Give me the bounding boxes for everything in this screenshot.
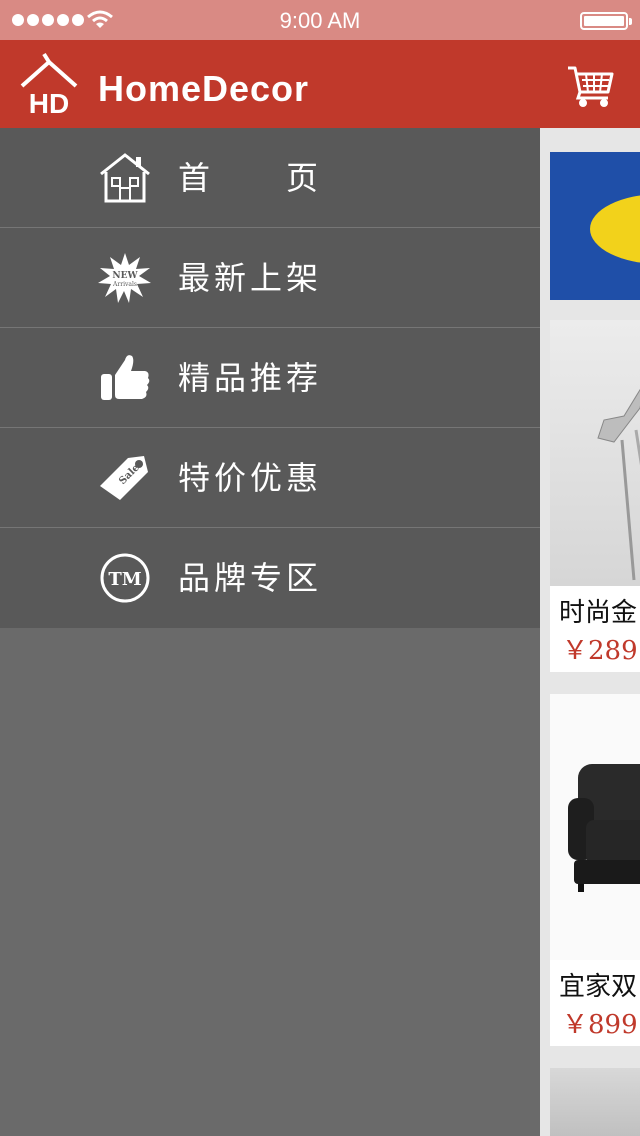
logo-text: HD xyxy=(29,88,69,116)
tm-text: TM xyxy=(108,569,141,590)
menu-item-new-arrivals[interactable]: NEW Arrivals 最新上架 xyxy=(0,228,540,328)
app-header: HD HomeDecor xyxy=(0,40,640,128)
trademark-icon: TM xyxy=(100,553,150,603)
app-title: HomeDecor xyxy=(98,68,310,109)
brand-banner[interactable] xyxy=(550,152,640,300)
status-bar: 9:00 AM xyxy=(0,0,640,40)
product-name: 宜家双 xyxy=(559,972,638,1002)
menu-item-label: 品牌专区 xyxy=(178,559,323,597)
menu-item-home[interactable]: 首 页 xyxy=(0,128,540,228)
menu-item-label: 首 页 xyxy=(178,159,323,197)
status-time: 9:00 AM xyxy=(279,8,361,33)
menu-item-sales[interactable]: Sales 特价优惠 xyxy=(0,428,540,528)
new-arrivals-badge-icon: NEW Arrivals xyxy=(98,253,151,303)
menu-item-label: 最新上架 xyxy=(178,259,323,297)
house-logo-icon: HD xyxy=(20,52,78,116)
menu-item-recommended[interactable]: 精品推荐 xyxy=(0,328,540,428)
product-feed: 时尚金 ￥289 宜家双 ￥899 xyxy=(540,128,640,1136)
badge-arrivals-text: Arrivals xyxy=(112,281,137,288)
menu-item-label: 特价优惠 xyxy=(178,459,323,497)
battery-icon xyxy=(580,12,632,30)
badge-new-text: NEW xyxy=(112,271,138,281)
home-icon xyxy=(100,153,150,203)
product-name: 时尚金 xyxy=(559,598,638,628)
menu-item-label: 精品推荐 xyxy=(178,359,323,397)
menu-item-brands[interactable]: TM 品牌专区 xyxy=(0,528,540,628)
thumbs-up-icon xyxy=(101,355,150,400)
side-drawer: 首 页 NEW Arrivals 最新上架 精品推荐 Sales 特价优惠 TM… xyxy=(0,128,540,1136)
product-card[interactable]: 时尚金 ￥289 xyxy=(550,320,640,672)
product-card[interactable] xyxy=(550,1068,640,1136)
product-image xyxy=(550,694,640,960)
product-price: ￥899 xyxy=(562,1010,638,1040)
product-image xyxy=(550,320,640,586)
product-price: ￥289 xyxy=(562,636,638,666)
sale-tag-icon: Sales xyxy=(100,456,148,500)
product-card[interactable]: 宜家双 ￥899 xyxy=(550,694,640,1046)
product-image xyxy=(550,1068,640,1136)
shopping-cart-icon[interactable] xyxy=(566,62,614,108)
